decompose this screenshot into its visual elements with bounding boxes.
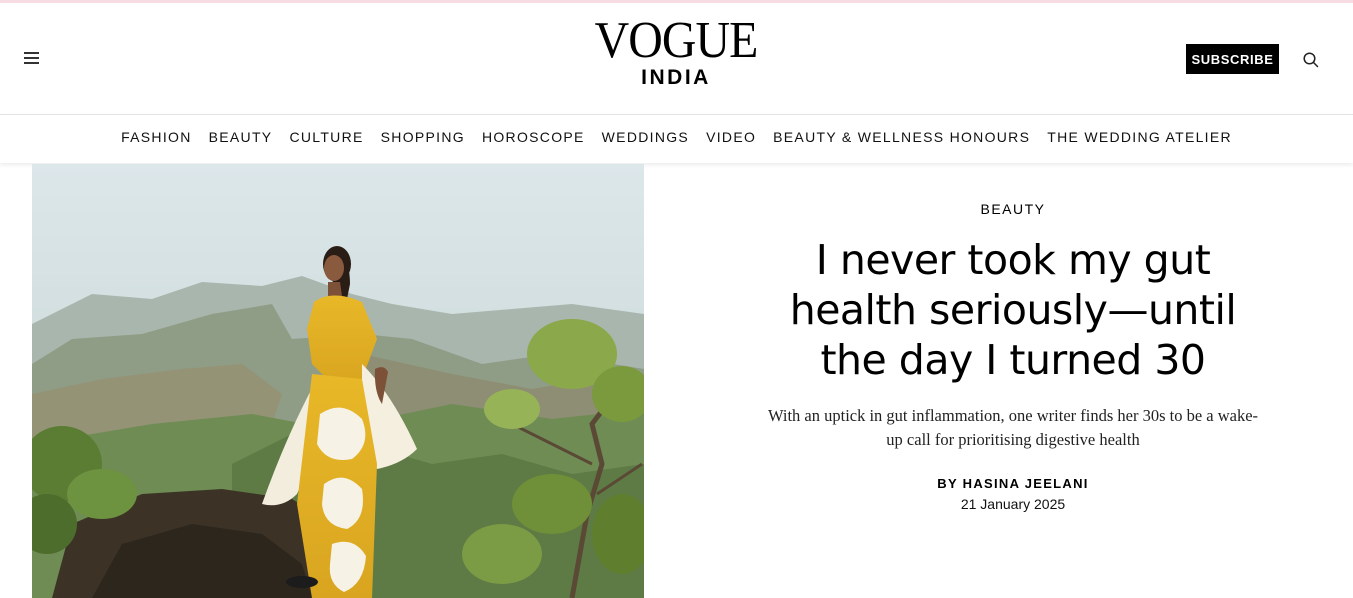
nav-item-video[interactable]: VIDEO	[706, 129, 756, 145]
nav-item-beauty[interactable]: BEAUTY	[209, 129, 273, 145]
story-rubric[interactable]: BEAUTY	[740, 201, 1286, 217]
nav-item-fashion[interactable]: FASHION	[121, 129, 192, 145]
story-byline[interactable]: BY HASINA JEELANI	[740, 476, 1286, 491]
masthead: VOGUE INDIA SUBSCRIBE	[0, 3, 1353, 114]
main-navigation: FASHION BEAUTY CULTURE SHOPPING HOROSCOP…	[0, 114, 1353, 163]
logo-wordmark: VOGUE	[594, 12, 759, 69]
story-headline[interactable]: I never took my gut health seriously—unt…	[763, 235, 1263, 385]
nav-item-weddings[interactable]: WEDDINGS	[602, 129, 689, 145]
logo-edition: INDIA	[641, 66, 711, 89]
nav-item-horoscope[interactable]: HOROSCOPE	[482, 129, 585, 145]
nav-item-beauty-wellness-honours[interactable]: BEAUTY & WELLNESS HONOURS	[773, 129, 1030, 145]
nav-item-culture[interactable]: CULTURE	[289, 129, 363, 145]
hero-image[interactable]	[32, 164, 644, 598]
subscribe-button[interactable]: SUBSCRIBE	[1186, 44, 1279, 74]
story-dek: With an uptick in gut inflammation, one …	[767, 406, 1259, 449]
search-icon[interactable]	[1302, 51, 1320, 69]
featured-story: BEAUTY I never took my gut health seriou…	[740, 164, 1286, 512]
story-date: 21 January 2025	[960, 496, 1066, 512]
nav-item-shopping[interactable]: SHOPPING	[381, 129, 465, 145]
hamburger-icon[interactable]	[24, 51, 40, 65]
site-logo[interactable]: VOGUE INDIA	[576, 12, 776, 90]
nav-item-wedding-atelier[interactable]: THE WEDDING ATELIER	[1047, 129, 1232, 145]
